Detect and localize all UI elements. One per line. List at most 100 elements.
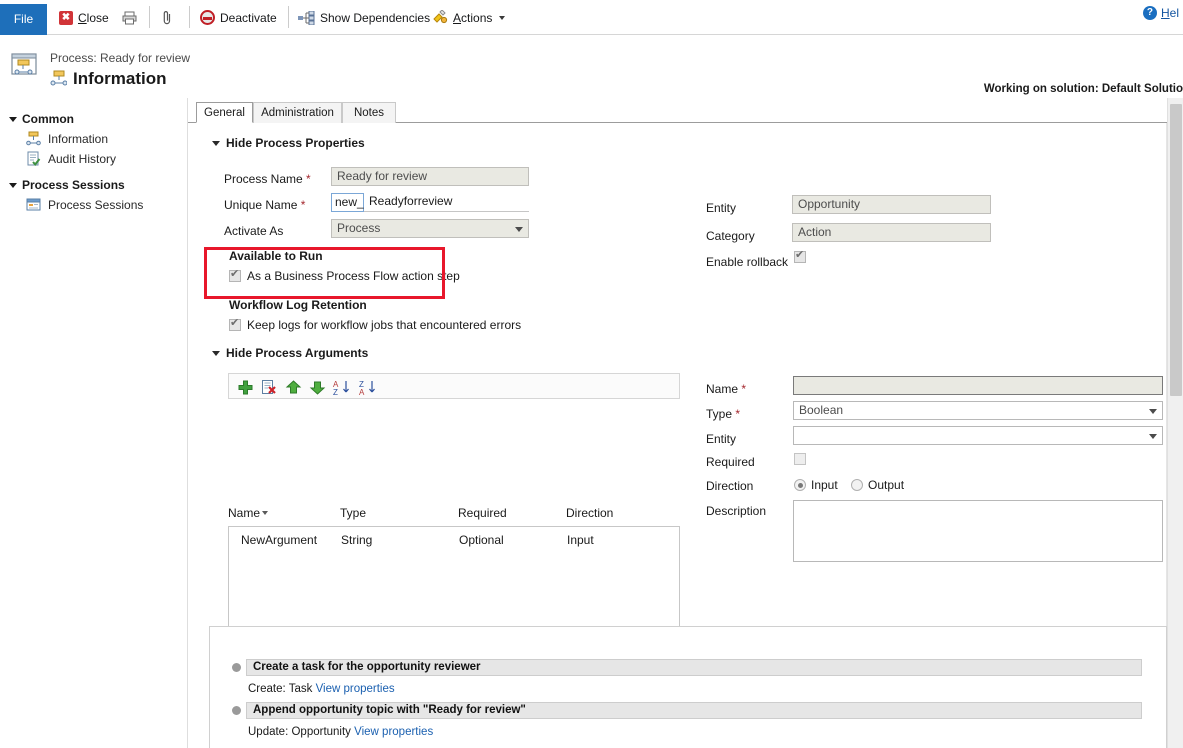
actions-button[interactable]: Actions [432,5,505,30]
bpf-action-step-checkbox[interactable] [229,270,241,282]
tab-general[interactable]: General [196,102,253,123]
actions-icon [432,10,448,25]
activate-as-value: Process [337,221,380,235]
tab-notes[interactable]: Notes [342,102,396,123]
chevron-down-icon [1149,434,1157,439]
scrollbar-thumb[interactable] [1170,104,1182,396]
activate-as-select[interactable]: Process [331,219,529,238]
chevron-down-icon [212,141,220,146]
sort-za-icon[interactable]: Z A [359,379,379,396]
chevron-down-icon [1149,409,1157,414]
arrow-down-icon[interactable] [309,379,326,396]
page-subtitle: Process: Ready for review [50,51,190,65]
cell-required: Optional [459,533,504,547]
workflow-steps-panel: Create a task for the opportunity review… [209,626,1167,748]
column-header-type[interactable]: Type [340,506,366,520]
argument-description-label: Description [706,504,766,518]
sessions-icon [26,197,41,212]
deactivate-button[interactable]: Deactivate [200,5,277,30]
ribbon-toolbar: File ✖ Close Deactivate [0,0,1183,35]
chevron-down-icon [212,351,220,356]
deactivate-icon [200,10,215,25]
keep-logs-label: Keep logs for workflow jobs that encount… [247,318,521,332]
argument-required-checkbox[interactable] [794,453,806,465]
column-header-name[interactable]: Name [228,506,268,520]
column-header-required[interactable]: Required [458,506,507,520]
argument-type-label: Type * [706,407,740,421]
step-meta-1: Update: Opportunity View properties [248,726,433,738]
step-view-properties-link-0[interactable]: View properties [316,683,395,695]
sidebar-item-process-sessions-label: Process Sessions [48,198,143,212]
plus-icon[interactable] [237,379,254,396]
sidebar-item-information-label: Information [48,132,108,146]
attach-button[interactable] [161,5,173,30]
chevron-down-icon [9,183,17,188]
close-button[interactable]: ✖ Close [59,5,109,30]
entity-label: Entity [706,201,736,215]
table-row[interactable]: NewArgument String Optional Input [229,527,679,551]
required-star: * [738,382,746,396]
delete-document-icon[interactable] [261,379,278,396]
deactivate-button-label: Deactivate [220,11,277,25]
category-input[interactable]: Action [792,223,991,242]
hide-process-arguments-label: Hide Process Arguments [226,346,368,360]
cell-type: String [341,533,372,547]
sidebar-item-process-sessions[interactable]: Process Sessions [26,197,143,212]
actions-button-label: Actions [453,11,492,25]
help-link[interactable]: ? Hel [1143,6,1179,20]
file-tab[interactable]: File [0,4,47,35]
solution-context-label: Working on solution: Default Solutio [984,83,1183,95]
ribbon-separator-3 [288,6,289,28]
sidebar-item-audit-history[interactable]: Audit History [26,151,116,166]
argument-description-textarea[interactable] [793,500,1163,562]
main-content: General Administration Notes Hide Proces… [188,98,1183,748]
unique-name-prefix-input[interactable]: new_ [331,193,364,212]
entity-input[interactable]: Opportunity [792,195,991,214]
argument-entity-label: Entity [706,432,736,446]
audit-icon [26,151,41,166]
svg-text:A: A [359,388,365,396]
argument-name-input[interactable] [793,376,1163,395]
show-dependencies-button[interactable]: Show Dependencies [298,5,430,30]
vertical-scrollbar[interactable] [1167,98,1183,748]
step-title-1[interactable]: Append opportunity topic with "Ready for… [246,702,1142,719]
activate-as-label: Activate As [224,224,283,238]
process-name-input[interactable]: Ready for review [331,167,529,186]
sidebar-group-process-sessions[interactable]: Process Sessions [9,178,125,192]
step-view-properties-link-1[interactable]: View properties [354,726,433,738]
keep-logs-checkbox[interactable] [229,319,241,331]
required-star: * [303,172,311,186]
argument-entity-select[interactable] [793,426,1163,445]
unique-name-input[interactable]: Readyforreview [364,193,529,212]
direction-input-label: Input [811,478,838,492]
direction-output-radio[interactable] [851,479,863,491]
page-title-row: Information [50,69,167,89]
step-meta-0: Create: Task View properties [248,683,395,695]
column-header-direction[interactable]: Direction [566,506,613,520]
process-flow-icon [26,131,41,146]
tab-strip: General Administration Notes [188,102,1183,123]
argument-type-select[interactable]: Boolean [793,401,1163,420]
close-icon: ✖ [59,11,73,25]
hide-process-properties-toggle[interactable]: Hide Process Properties [212,136,365,150]
step-target-0: Task [289,683,313,695]
argument-type-value: Boolean [799,403,843,417]
sidebar-group-process-sessions-label: Process Sessions [22,178,125,192]
sort-az-icon[interactable]: A Z [333,379,353,396]
direction-input-radio[interactable] [794,479,806,491]
ribbon-separator-1 [149,6,150,28]
enable-rollback-label: Enable rollback [706,255,788,269]
sidebar-group-common[interactable]: Common [9,112,74,126]
tab-administration[interactable]: Administration [253,102,342,123]
help-icon: ? [1143,6,1157,20]
required-star: * [732,407,740,421]
sidebar-item-information[interactable]: Information [26,131,108,146]
arrow-up-icon[interactable] [285,379,302,396]
enable-rollback-checkbox[interactable] [794,251,806,263]
step-title-0[interactable]: Create a task for the opportunity review… [246,659,1142,676]
required-star: * [297,198,305,212]
cell-direction: Input [567,533,594,547]
process-name-label: Process Name * [224,172,311,186]
hide-process-arguments-toggle[interactable]: Hide Process Arguments [212,346,368,360]
print-button[interactable] [122,5,137,30]
